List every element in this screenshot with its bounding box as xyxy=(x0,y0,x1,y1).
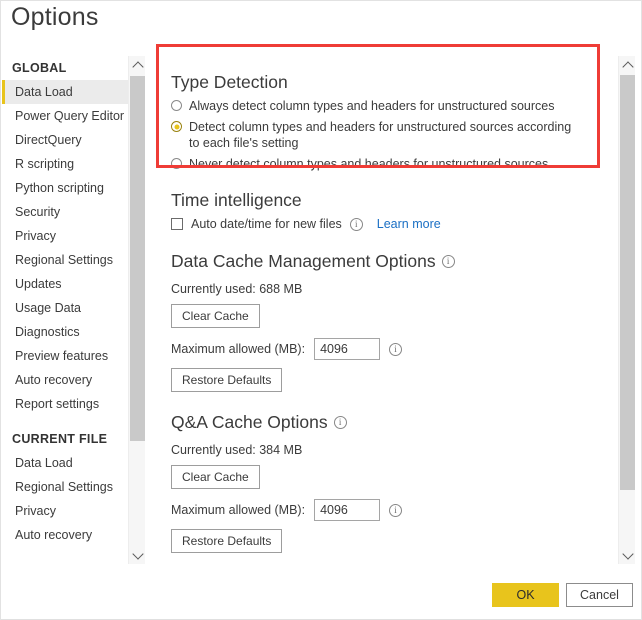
sidebar-item-label: Auto recovery xyxy=(15,373,93,387)
sidebar-item-privacy[interactable]: Privacy xyxy=(2,224,128,248)
data-cache-section: Data Cache Management Options i Currentl… xyxy=(146,231,618,392)
scroll-up-icon[interactable] xyxy=(129,56,146,74)
info-icon[interactable]: i xyxy=(389,342,403,356)
sidebar-item-current-privacy[interactable]: Privacy xyxy=(2,499,128,523)
qna-cache-clear-cache-button[interactable]: Clear Cache xyxy=(171,465,260,489)
qna-cache-max-input[interactable] xyxy=(314,499,381,521)
radio-option-never[interactable]: Never detect column types and headers fo… xyxy=(171,156,618,172)
sidebar-item-label: Regional Settings xyxy=(15,253,113,267)
auto-date-time-row[interactable]: Auto date/time for new files i Learn mor… xyxy=(171,217,618,231)
sidebar-item-label: Privacy xyxy=(15,229,56,243)
sidebar-group-current-file: CURRENT FILE Data Load Regional Settings… xyxy=(2,427,128,547)
sidebar-item-label: Security xyxy=(15,205,61,219)
data-cache-heading-label: Data Cache Management Options xyxy=(171,251,436,271)
page-title: Options xyxy=(11,3,99,31)
sidebar-item-directquery[interactable]: DirectQuery xyxy=(2,128,128,152)
qna-cache-section: Q&A Cache Options i Currently used: 384 … xyxy=(146,392,618,553)
sidebar-item-auto-recovery[interactable]: Auto recovery xyxy=(2,368,128,392)
options-dialog: Options GLOBAL Data Load Power Query Edi… xyxy=(0,0,642,620)
scrollbar-thumb[interactable] xyxy=(620,75,635,490)
type-detection-heading: Type Detection xyxy=(171,72,288,92)
info-icon[interactable]: i xyxy=(389,503,403,517)
ok-button[interactable]: OK xyxy=(492,583,559,607)
info-icon[interactable]: i xyxy=(333,416,347,429)
sidebar-group-label: GLOBAL xyxy=(12,61,67,75)
type-detection-section: Type Detection Always detect column type… xyxy=(146,56,618,172)
sidebar-item-security[interactable]: Security xyxy=(2,200,128,224)
sidebar-item-label: Regional Settings xyxy=(15,480,113,494)
sidebar-item-label: Privacy xyxy=(15,504,56,518)
content-panel: Type Detection Always detect column type… xyxy=(146,56,618,564)
data-cache-max-label: Maximum allowed (MB): xyxy=(171,342,306,356)
sidebar-item-usage-data[interactable]: Usage Data xyxy=(2,296,128,320)
radio-label: Detect column types and headers for unst… xyxy=(189,120,572,150)
data-cache-heading: Data Cache Management Options i xyxy=(171,251,618,272)
sidebar: GLOBAL Data Load Power Query Editor Dire… xyxy=(2,56,128,564)
radio-icon-selected[interactable] xyxy=(171,121,182,132)
sidebar-item-preview-features[interactable]: Preview features xyxy=(2,344,128,368)
time-intelligence-heading: Time intelligence xyxy=(171,190,302,210)
sidebar-item-power-query-editor[interactable]: Power Query Editor xyxy=(2,104,128,128)
qna-cache-max-label: Maximum allowed (MB): xyxy=(171,503,306,517)
qna-cache-heading-label: Q&A Cache Options xyxy=(171,412,328,432)
sidebar-item-python-scripting[interactable]: Python scripting xyxy=(2,176,128,200)
dialog-footer: OK Cancel xyxy=(1,573,641,620)
sidebar-item-label: Report settings xyxy=(15,397,100,411)
sidebar-item-label: Preview features xyxy=(15,349,109,363)
sidebar-item-data-load[interactable]: Data Load xyxy=(2,80,128,104)
sidebar-item-report-settings[interactable]: Report settings xyxy=(2,392,128,416)
data-cache-max-input[interactable] xyxy=(314,338,381,360)
data-cache-clear-cache-button[interactable]: Clear Cache xyxy=(171,304,260,328)
sidebar-item-current-data-load[interactable]: Data Load xyxy=(2,451,128,475)
sidebar-item-label: Diagnostics xyxy=(15,325,80,339)
radio-label: Never detect column types and headers fo… xyxy=(189,157,549,171)
data-cache-currently-used: Currently used: 688 MB xyxy=(171,282,303,296)
sidebar-group-label: CURRENT FILE xyxy=(12,432,108,446)
sidebar-item-r-scripting[interactable]: R scripting xyxy=(2,152,128,176)
sidebar-item-regional-settings[interactable]: Regional Settings xyxy=(2,248,128,272)
sidebar-item-label: Auto recovery xyxy=(15,528,93,542)
qna-cache-restore-defaults-button[interactable]: Restore Defaults xyxy=(171,529,283,553)
scroll-down-icon[interactable] xyxy=(129,546,146,564)
sidebar-item-label: Updates xyxy=(15,277,62,291)
sidebar-item-label: DirectQuery xyxy=(15,133,82,147)
sidebar-item-label: R scripting xyxy=(15,157,75,171)
scrollbar-thumb[interactable] xyxy=(130,76,145,441)
learn-more-link[interactable]: Learn more xyxy=(377,217,441,231)
sidebar-item-label: Usage Data xyxy=(15,301,82,315)
sidebar-group-global: GLOBAL Data Load Power Query Editor Dire… xyxy=(2,56,128,416)
info-icon[interactable]: i xyxy=(441,255,455,268)
radio-option-per-file[interactable]: Detect column types and headers for unst… xyxy=(171,119,618,151)
sidebar-item-diagnostics[interactable]: Diagnostics xyxy=(2,320,128,344)
scroll-down-icon[interactable] xyxy=(619,546,636,564)
sidebar-item-updates[interactable]: Updates xyxy=(2,272,128,296)
radio-option-always[interactable]: Always detect column types and headers f… xyxy=(171,98,618,114)
qna-cache-currently-used: Currently used: 384 MB xyxy=(171,443,303,457)
sidebar-item-label: Data Load xyxy=(15,456,73,470)
radio-icon[interactable] xyxy=(171,158,182,169)
auto-date-time-label: Auto date/time for new files xyxy=(191,217,342,231)
content-scrollbar[interactable] xyxy=(618,56,635,564)
cancel-button[interactable]: Cancel xyxy=(566,583,633,607)
qna-cache-heading: Q&A Cache Options i xyxy=(171,412,618,433)
scroll-up-icon[interactable] xyxy=(619,56,636,74)
time-intelligence-section: Time intelligence Auto date/time for new… xyxy=(146,172,618,231)
sidebar-item-label: Power Query Editor xyxy=(15,109,125,123)
data-cache-max-row: Maximum allowed (MB): i xyxy=(171,338,618,360)
qna-cache-max-row: Maximum allowed (MB): i xyxy=(171,499,618,521)
radio-label: Always detect column types and headers f… xyxy=(189,99,555,113)
auto-date-time-checkbox[interactable] xyxy=(171,218,183,230)
sidebar-scrollbar[interactable] xyxy=(128,56,145,564)
data-cache-restore-defaults-button[interactable]: Restore Defaults xyxy=(171,368,283,392)
sidebar-item-label: Python scripting xyxy=(15,181,104,195)
radio-icon[interactable] xyxy=(171,100,182,111)
info-icon[interactable]: i xyxy=(349,217,363,231)
sidebar-item-label: Data Load xyxy=(15,85,73,99)
sidebar-item-current-regional-settings[interactable]: Regional Settings xyxy=(2,475,128,499)
sidebar-item-current-auto-recovery[interactable]: Auto recovery xyxy=(2,523,128,547)
